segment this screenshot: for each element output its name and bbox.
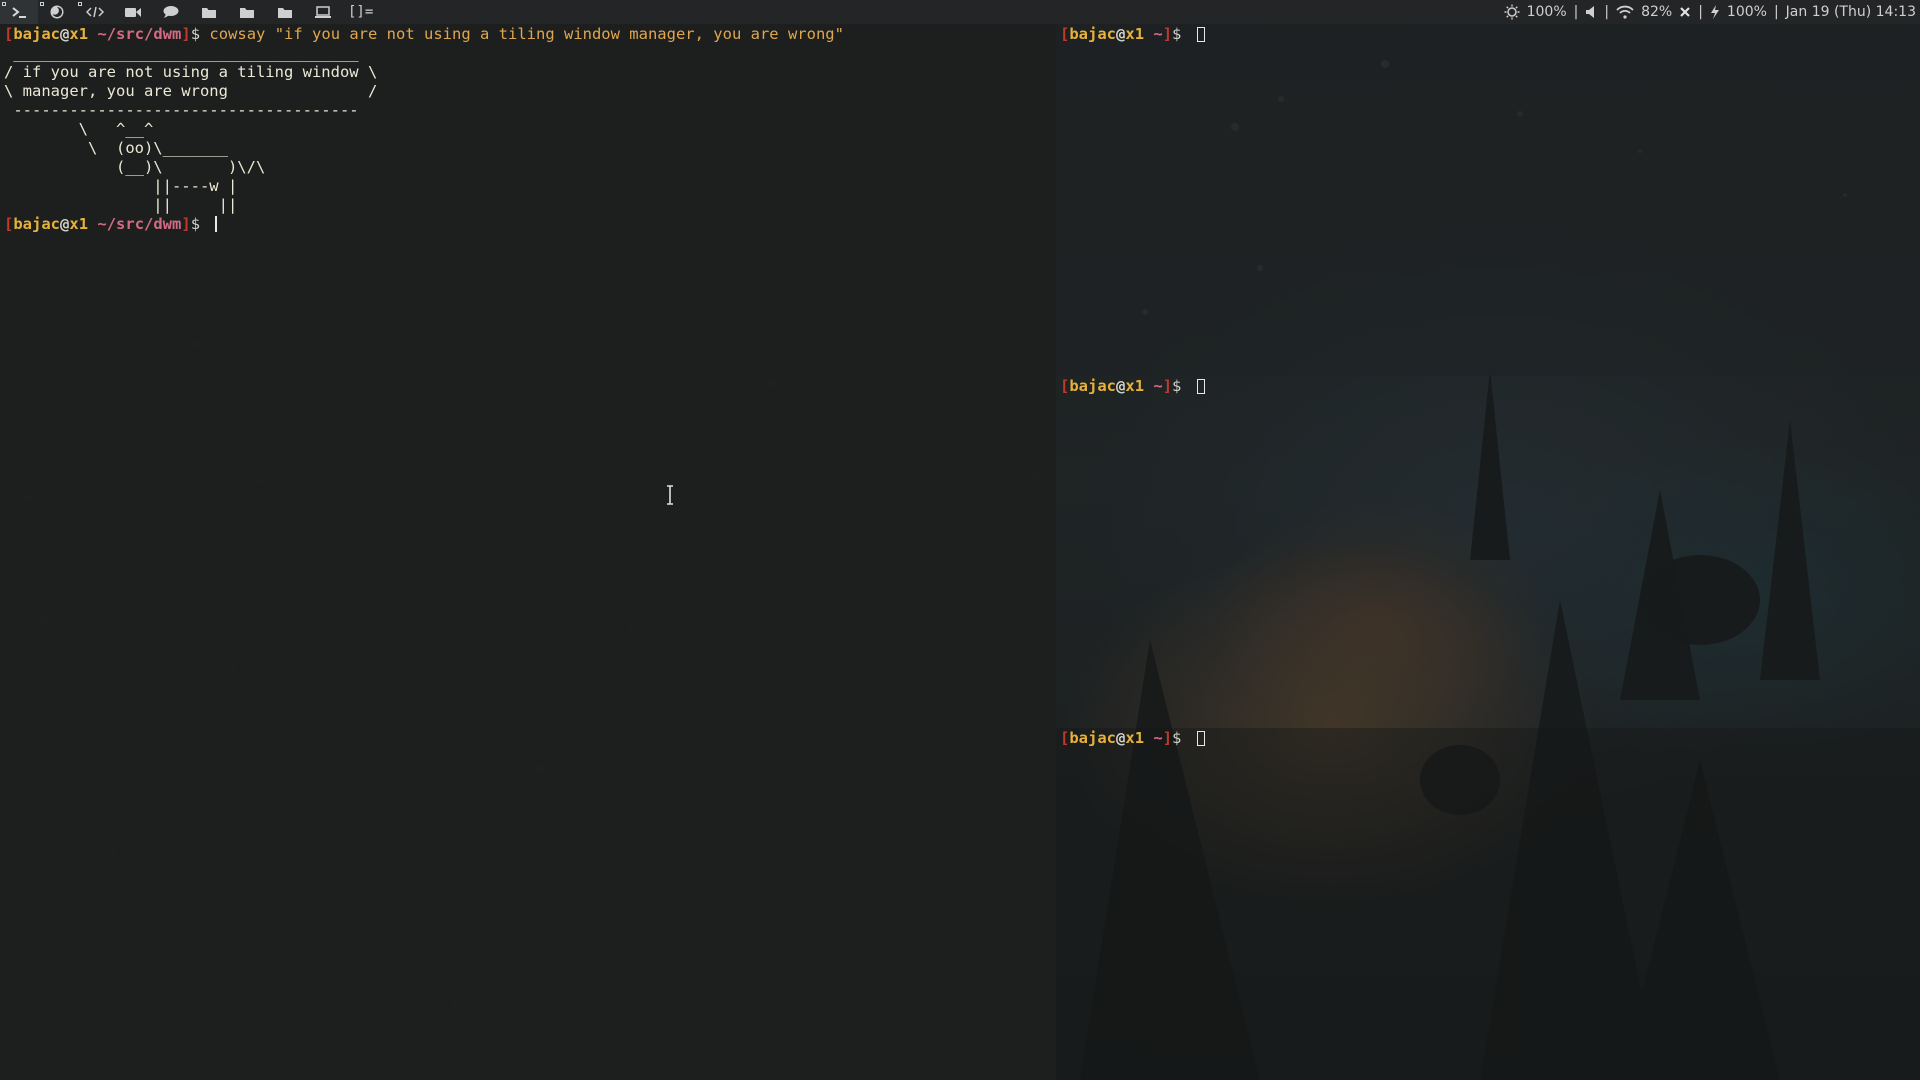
cowsay-output-line: / if you are not using a tiling window \: [4, 63, 378, 81]
folder-icon: [278, 8, 292, 18]
tag-code[interactable]: [76, 0, 114, 24]
clock: Jan 19 (Thu) 14:13: [1785, 4, 1916, 20]
cowsay-output-line: \ (oo)\_______: [4, 139, 228, 157]
firefox-icon: [50, 5, 64, 19]
speaker-icon[interactable]: [1585, 5, 1597, 19]
cowsay-output-line: _____________________________________: [4, 44, 359, 62]
brightness-value: 100%: [1526, 4, 1567, 20]
prompt-line[interactable]: [bajac@x1 ~]$: [1060, 377, 1916, 396]
system-status: 100% | | 82% | 100% | Jan 19 (Thu) 14:13: [1504, 0, 1916, 24]
separator: |: [1573, 4, 1579, 20]
separator: |: [1604, 4, 1610, 20]
battery-level: 100%: [1726, 4, 1767, 20]
tag-folder-1[interactable]: [190, 0, 228, 24]
occupied-indicator: [78, 2, 82, 6]
chat-icon: [163, 6, 179, 18]
folder-icon: [240, 8, 254, 18]
cowsay-output-line: (__)\ )\/\: [4, 158, 266, 176]
ibeam-cursor-icon: [667, 485, 673, 505]
tag-video[interactable]: [114, 0, 152, 24]
block-cursor: [1196, 27, 1205, 42]
terminal-main[interactable]: [bajac@x1 ~/src/dwm]$ cowsay "if you are…: [0, 24, 1056, 1080]
close-icon[interactable]: [1679, 6, 1691, 18]
tag-chat[interactable]: [152, 0, 190, 24]
laptop-icon: [315, 6, 331, 18]
status-bar: []= 100% | | 82% | 100% | Jan 19 (Thu) 1…: [0, 0, 1920, 24]
separator: |: [1698, 4, 1703, 20]
tag-laptop[interactable]: [304, 0, 342, 24]
command-line: [bajac@x1 ~/src/dwm]$ cowsay "if you are…: [4, 25, 844, 43]
video-camera-icon: [125, 8, 141, 17]
wifi-icon: [1616, 5, 1634, 19]
brightness-icon: [1504, 4, 1520, 20]
block-cursor: [1196, 379, 1205, 394]
terminal-icon: [12, 7, 26, 18]
cowsay-output-line: || ||: [4, 196, 238, 214]
layout-indicator[interactable]: []=: [348, 4, 373, 20]
command-text: cowsay "if you are not using a tiling wi…: [209, 25, 844, 43]
separator: |: [1773, 4, 1779, 20]
block-cursor: [1196, 731, 1205, 746]
prompt-line[interactable]: [bajac@x1 ~]$: [1060, 25, 1916, 44]
terminal-stack-1[interactable]: [bajac@x1 ~]$: [1056, 24, 1920, 376]
tag-folder-3[interactable]: [266, 0, 304, 24]
cowsay-output-line: -------------------------------------: [4, 101, 359, 119]
prompt-line[interactable]: [bajac@x1 ~/src/dwm]$: [4, 215, 1052, 234]
wifi-strength: 82%: [1641, 4, 1673, 20]
tag-terminal[interactable]: [0, 0, 38, 24]
cowsay-output-line: \ ^__^: [4, 120, 154, 138]
prompt-line[interactable]: [bajac@x1 ~]$: [1060, 729, 1916, 748]
cowsay-output-line: \ manager, you are wrong /: [4, 82, 378, 100]
occupied-indicator: [2, 2, 6, 6]
tag-list: []=: [0, 0, 373, 24]
tag-browser[interactable]: [38, 0, 76, 24]
folder-icon: [202, 8, 216, 18]
terminal-stack-3[interactable]: [bajac@x1 ~]$: [1056, 728, 1920, 1080]
cowsay-output-line: ||----w |: [4, 177, 238, 195]
terminal-stack-2[interactable]: [bajac@x1 ~]$: [1056, 376, 1920, 728]
tag-folder-2[interactable]: [228, 0, 266, 24]
lightning-icon: [1710, 5, 1719, 19]
text-cursor: [215, 216, 218, 232]
occupied-indicator: [40, 2, 44, 6]
code-icon: [86, 6, 104, 18]
